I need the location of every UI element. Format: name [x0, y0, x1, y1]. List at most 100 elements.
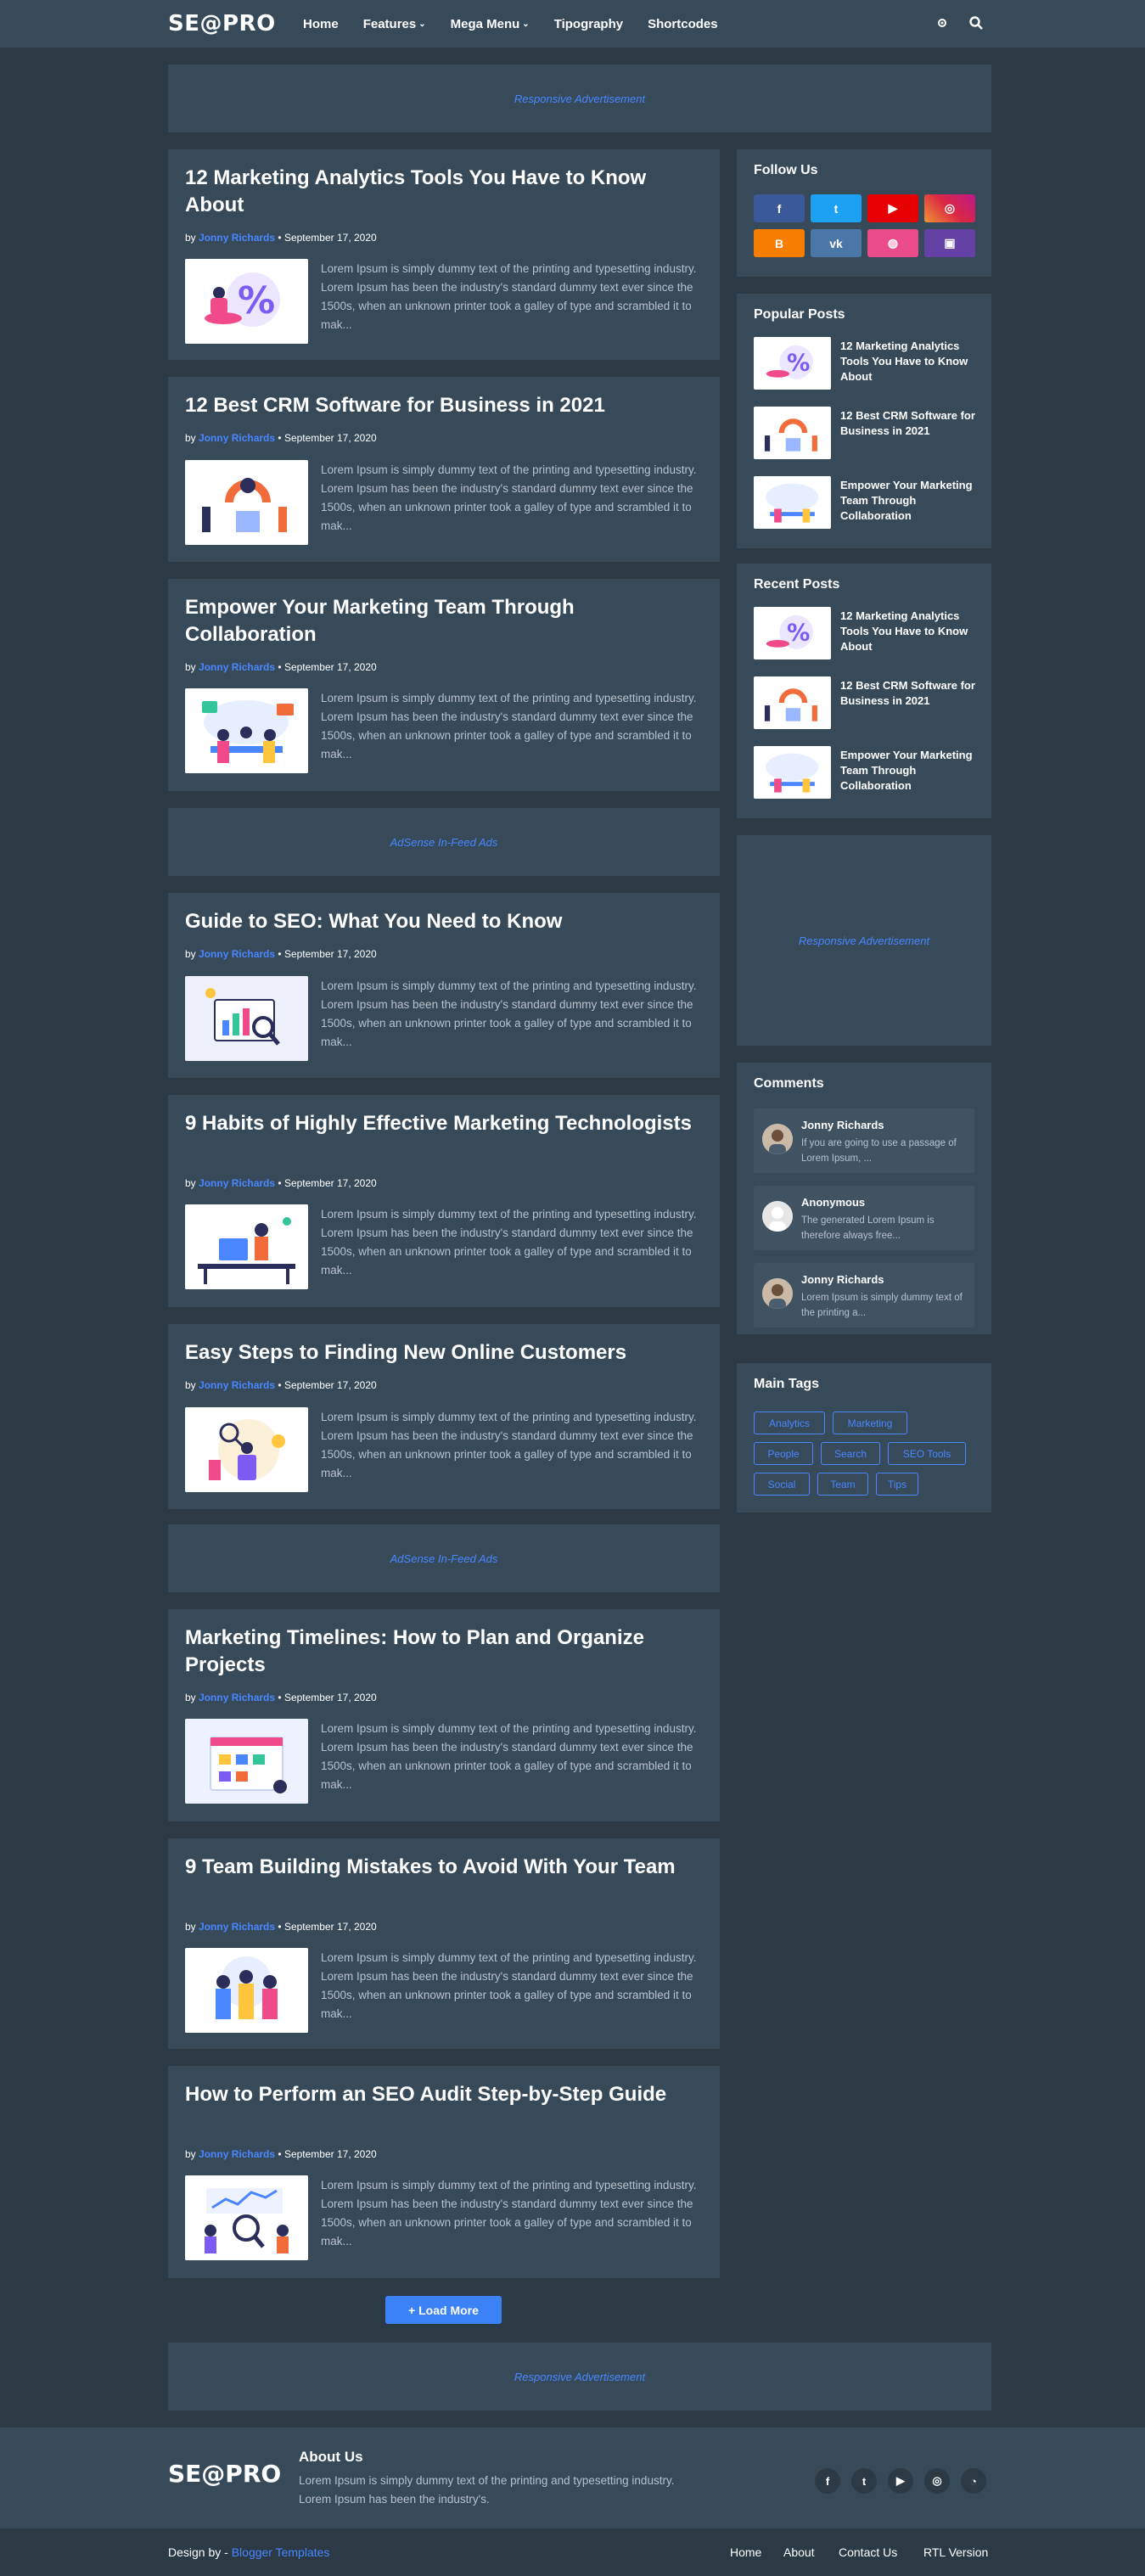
- nav-label: Tipography: [553, 16, 624, 31]
- dribbble-icon[interactable]: ◍: [867, 229, 918, 257]
- popular-post-title[interactable]: Empower Your Marketing Team Through Coll…: [840, 478, 980, 524]
- post-author[interactable]: Jonny Richards: [199, 1177, 275, 1189]
- design-credit: Design by - Blogger Templates: [168, 2545, 329, 2559]
- site-logo[interactable]: SE@PRO: [168, 11, 276, 36]
- post-thumbnail[interactable]: [185, 2175, 308, 2260]
- meta-by: by: [185, 432, 196, 444]
- ad-banner-top[interactable]: Responsive Advertisement: [168, 65, 991, 132]
- recent-post-title[interactable]: 12 Best CRM Software for Business in 202…: [840, 678, 980, 709]
- post-thumbnail[interactable]: [754, 407, 831, 459]
- youtube-icon[interactable]: ▶: [867, 194, 918, 222]
- post-title[interactable]: 12 Best CRM Software for Business in 202…: [185, 392, 694, 419]
- post-card: How to Perform an SEO Audit Step-by-Step…: [168, 2066, 720, 2278]
- post-author[interactable]: Jonny Richards: [199, 1921, 275, 1933]
- avatar: [762, 1124, 793, 1154]
- theme-toggle-icon[interactable]: [935, 15, 950, 31]
- tag-marketing[interactable]: Marketing: [833, 1411, 907, 1434]
- footer-logo[interactable]: SE@PRO: [168, 2460, 281, 2488]
- post-title[interactable]: Empower Your Marketing Team Through Coll…: [185, 594, 694, 648]
- tag-team[interactable]: Team: [817, 1473, 868, 1496]
- post-thumbnail[interactable]: %: [754, 337, 831, 390]
- ad-sidebar[interactable]: Responsive Advertisement: [737, 835, 991, 1046]
- post-title[interactable]: 12 Marketing Analytics Tools You Have to…: [185, 165, 694, 219]
- twitter-icon[interactable]: t: [851, 2468, 877, 2494]
- rss-icon[interactable]: ◔: [961, 2468, 986, 2494]
- post-thumbnail[interactable]: [754, 746, 831, 799]
- popular-post-item[interactable]: % 12 Marketing Analytics Tools You Have …: [754, 337, 983, 390]
- post-thumbnail[interactable]: [185, 1948, 308, 2033]
- tag-analytics[interactable]: Analytics: [754, 1411, 825, 1434]
- post-thumbnail[interactable]: [185, 688, 308, 773]
- comment-item[interactable]: Anonymous The generated Lorem Ipsum is t…: [754, 1186, 974, 1250]
- post-author[interactable]: Jonny Richards: [199, 232, 275, 244]
- tag-seo-tools[interactable]: SEO Tools: [888, 1442, 966, 1465]
- post-title[interactable]: 9 Habits of Highly Effective Marketing T…: [185, 1110, 694, 1137]
- nav-tipography[interactable]: Tipography: [554, 17, 623, 31]
- post-thumbnail[interactable]: %: [754, 607, 831, 659]
- post-author[interactable]: Jonny Richards: [199, 1692, 275, 1703]
- post-thumbnail[interactable]: [185, 1204, 308, 1289]
- post-title[interactable]: Guide to SEO: What You Need to Know: [185, 908, 694, 935]
- nav-label: Home: [303, 16, 339, 31]
- meta-by: by: [185, 1692, 196, 1703]
- footer-menu-contact[interactable]: Contact Us: [839, 2545, 897, 2559]
- search-icon[interactable]: [968, 15, 984, 31]
- post-title[interactable]: 9 Team Building Mistakes to Avoid With Y…: [185, 1854, 694, 1881]
- twitch-icon[interactable]: ▣: [924, 229, 975, 257]
- vk-icon[interactable]: vk: [811, 229, 862, 257]
- recent-post-title[interactable]: 12 Marketing Analytics Tools You Have to…: [840, 609, 980, 654]
- tag-people[interactable]: People: [754, 1442, 813, 1465]
- nav-features[interactable]: Features ⌄: [363, 17, 426, 31]
- instagram-icon[interactable]: ◎: [924, 194, 975, 222]
- post-thumbnail[interactable]: [754, 676, 831, 729]
- post-author[interactable]: Jonny Richards: [199, 2148, 275, 2160]
- post-author[interactable]: Jonny Richards: [199, 948, 275, 960]
- nav-mega-menu[interactable]: Mega Menu ⌄: [451, 17, 530, 31]
- tag-social[interactable]: Social: [754, 1473, 810, 1496]
- nav-shortcodes[interactable]: Shortcodes: [648, 17, 718, 31]
- chevron-down-icon: ⌄: [418, 19, 426, 29]
- post-thumbnail[interactable]: [185, 976, 308, 1061]
- facebook-icon[interactable]: f: [815, 2468, 840, 2494]
- recent-post-title[interactable]: Empower Your Marketing Team Through Coll…: [840, 748, 980, 794]
- tag-tips[interactable]: Tips: [876, 1473, 918, 1496]
- post-title[interactable]: How to Perform an SEO Audit Step-by-Step…: [185, 2081, 694, 2108]
- post-thumbnail[interactable]: [185, 1407, 308, 1492]
- ad-infeed[interactable]: AdSense In-Feed Ads: [168, 808, 720, 876]
- popular-post-title[interactable]: 12 Best CRM Software for Business in 202…: [840, 408, 980, 439]
- footer-menu-home[interactable]: Home: [730, 2545, 761, 2559]
- footer-menu-about[interactable]: About: [783, 2545, 815, 2559]
- load-more-button[interactable]: + Load More: [385, 2296, 502, 2324]
- recent-post-item[interactable]: Empower Your Marketing Team Through Coll…: [754, 746, 983, 799]
- recent-post-item[interactable]: 12 Best CRM Software for Business in 202…: [754, 676, 983, 729]
- chevron-down-icon: ⌄: [522, 19, 530, 29]
- facebook-icon[interactable]: f: [754, 194, 805, 222]
- nav-home[interactable]: Home: [303, 17, 339, 31]
- post-author[interactable]: Jonny Richards: [199, 432, 275, 444]
- credit-link[interactable]: Blogger Templates: [232, 2545, 330, 2559]
- tag-search[interactable]: Search: [821, 1442, 880, 1465]
- comment-item[interactable]: Jonny Richards If you are going to use a…: [754, 1108, 974, 1173]
- meta-by: by: [185, 661, 196, 673]
- ad-banner-bottom[interactable]: Responsive Advertisement: [168, 2343, 991, 2410]
- recent-post-item[interactable]: % 12 Marketing Analytics Tools You Have …: [754, 607, 983, 659]
- credit-prefix: Design by -: [168, 2545, 228, 2559]
- comment-item[interactable]: Jonny Richards Lorem Ipsum is simply dum…: [754, 1263, 974, 1327]
- post-thumbnail[interactable]: [754, 476, 831, 529]
- footer-menu-rtl[interactable]: RTL Version: [923, 2545, 988, 2559]
- popular-post-title[interactable]: 12 Marketing Analytics Tools You Have to…: [840, 339, 980, 384]
- post-title[interactable]: Easy Steps to Finding New Online Custome…: [185, 1339, 694, 1367]
- post-thumbnail[interactable]: [185, 460, 308, 545]
- popular-post-item[interactable]: Empower Your Marketing Team Through Coll…: [754, 476, 983, 529]
- twitter-icon[interactable]: t: [811, 194, 862, 222]
- post-author[interactable]: Jonny Richards: [199, 661, 275, 673]
- post-title[interactable]: Marketing Timelines: How to Plan and Org…: [185, 1625, 694, 1679]
- post-author[interactable]: Jonny Richards: [199, 1379, 275, 1391]
- blogger-icon[interactable]: B: [754, 229, 805, 257]
- ad-infeed[interactable]: AdSense In-Feed Ads: [168, 1524, 720, 1592]
- youtube-icon[interactable]: ▶: [888, 2468, 913, 2494]
- popular-post-item[interactable]: 12 Best CRM Software for Business in 202…: [754, 407, 983, 459]
- post-thumbnail[interactable]: [185, 1719, 308, 1804]
- instagram-icon[interactable]: ◎: [924, 2468, 950, 2494]
- post-thumbnail[interactable]: %: [185, 259, 308, 344]
